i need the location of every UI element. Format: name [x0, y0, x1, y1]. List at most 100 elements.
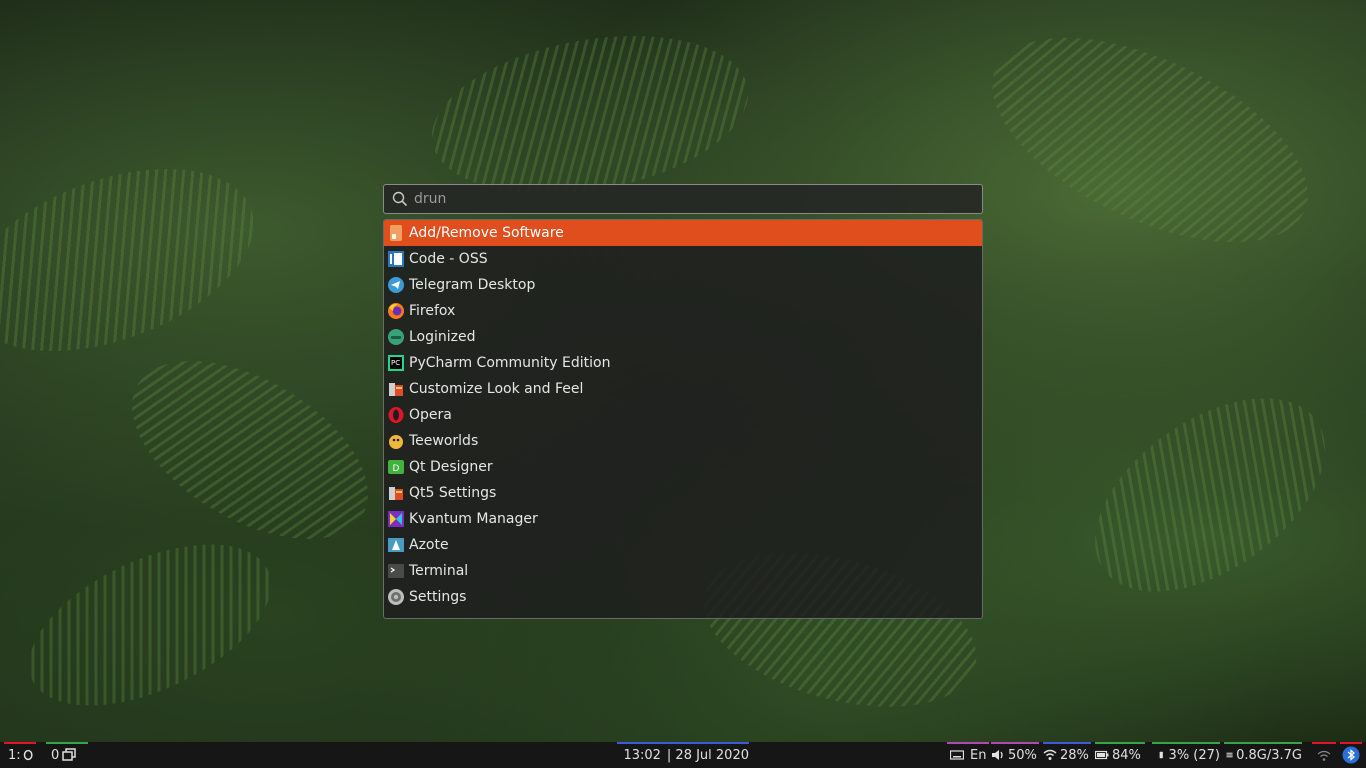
volume-value: 50% — [1008, 747, 1037, 763]
memory-usage[interactable]: 0.8G/3.7G — [1224, 742, 1302, 768]
keyboard-layout[interactable]: En — [947, 742, 989, 768]
workspace-2-button[interactable]: 0 — [46, 742, 88, 768]
wifi-value: 28% — [1060, 747, 1089, 763]
teeworlds-icon — [389, 435, 403, 449]
cpu-icon — [1159, 751, 1163, 759]
wifi-icon — [1043, 749, 1057, 760]
app-label: Terminal — [409, 563, 469, 579]
app-label: Teeworlds — [409, 433, 479, 449]
package-icon — [390, 225, 402, 241]
svg-text:PC: PC — [391, 359, 400, 367]
app-label: PyCharm Community Edition — [409, 355, 611, 371]
clock[interactable]: 13:02 | 28 Jul 2020 — [617, 742, 749, 768]
list-item-qt-designer[interactable]: D Qt Designer — [384, 454, 982, 480]
volume-control[interactable]: 50% — [991, 742, 1039, 768]
app-label: Opera — [409, 407, 452, 423]
opera-icon — [23, 749, 33, 761]
telegram-icon — [388, 277, 404, 293]
opera-icon — [388, 407, 404, 423]
battery-indicator — [1095, 742, 1145, 744]
search-bar[interactable] — [383, 184, 983, 214]
fern-leaf — [102, 324, 398, 576]
keyboard-icon — [950, 750, 964, 760]
list-item-pycharm[interactable]: PC PyCharm Community Edition — [384, 350, 982, 376]
battery-status[interactable]: 84% — [1095, 742, 1145, 768]
workspace-2-label: 0 — [51, 747, 60, 763]
cpu-indicator — [1152, 742, 1220, 744]
window-icon — [62, 748, 77, 761]
app-list: Add/Remove Software Code - OSS Telegram … — [383, 219, 983, 619]
keyboard-indicator — [947, 742, 989, 744]
customize-icon — [389, 383, 403, 396]
app-label: Qt Designer — [409, 459, 493, 475]
volume-indicator — [991, 742, 1039, 744]
workspace-1-button[interactable]: 1: — [4, 742, 36, 768]
list-item-settings[interactable]: Settings — [384, 584, 982, 610]
list-item-add-remove-software[interactable]: Add/Remove Software — [384, 220, 982, 246]
qt5-settings-icon — [389, 487, 403, 500]
battery-value: 84% — [1112, 747, 1141, 763]
app-label: Telegram Desktop — [409, 277, 536, 293]
network-signal-icon — [1317, 750, 1331, 761]
network-tray-button[interactable] — [1312, 742, 1336, 768]
app-label: Settings — [409, 589, 467, 605]
clock-date: | 28 Jul 2020 — [666, 747, 749, 763]
memory-value: 0.8G/3.7G — [1236, 747, 1302, 763]
settings-icon — [388, 589, 404, 605]
qt-designer-icon: D — [388, 460, 404, 474]
firefox-icon — [388, 303, 404, 319]
app-label: Add/Remove Software — [409, 225, 564, 241]
list-item-teeworlds[interactable]: Teeworlds — [384, 428, 982, 454]
keyboard-layout-label: En — [970, 747, 987, 763]
list-item-qt5-settings[interactable]: Qt5 Settings — [384, 480, 982, 506]
wifi-status[interactable]: 28% — [1043, 742, 1091, 768]
cpu-value: 3% (27) — [1168, 747, 1220, 763]
list-item-loginized[interactable]: Loginized — [384, 324, 982, 350]
tray-indicator — [1312, 742, 1336, 744]
app-label: Code - OSS — [409, 251, 488, 267]
list-item-code-oss[interactable]: Code - OSS — [384, 246, 982, 272]
wifi-indicator — [1043, 742, 1091, 744]
bluetooth-tray-button[interactable] — [1340, 742, 1362, 768]
list-item-telegram[interactable]: Telegram Desktop — [384, 272, 982, 298]
tray-indicator — [1340, 742, 1362, 744]
app-label: Customize Look and Feel — [409, 381, 584, 397]
app-launcher: Add/Remove Software Code - OSS Telegram … — [383, 184, 983, 619]
loginized-icon — [388, 329, 404, 345]
fern-leaf — [962, 0, 1338, 285]
fern-leaf — [0, 133, 279, 387]
workspace-indicator — [4, 742, 36, 744]
app-label: Qt5 Settings — [409, 485, 497, 501]
fern-leaf — [4, 511, 296, 739]
code-oss-icon — [388, 251, 404, 267]
clock-indicator — [617, 742, 749, 744]
workspace-indicator — [46, 742, 88, 744]
app-label: Firefox — [409, 303, 456, 319]
app-label: Kvantum Manager — [409, 511, 538, 527]
search-input[interactable] — [414, 191, 954, 207]
memory-indicator — [1224, 742, 1302, 744]
clock-time: 13:02 — [623, 747, 661, 763]
bluetooth-icon — [1342, 746, 1360, 764]
kvantum-icon — [388, 511, 404, 527]
list-item-opera[interactable]: Opera — [384, 402, 982, 428]
azote-icon — [388, 538, 404, 552]
list-item-kvantum-manager[interactable]: Kvantum Manager — [384, 506, 982, 532]
search-icon — [392, 191, 408, 207]
app-label: Loginized — [409, 329, 476, 345]
terminal-icon — [388, 564, 404, 578]
list-item-terminal[interactable]: Terminal — [384, 558, 982, 584]
battery-icon — [1095, 750, 1109, 760]
workspace-1-label: 1: — [8, 747, 21, 763]
fern-leaf — [1060, 358, 1360, 632]
list-item-firefox[interactable]: Firefox — [384, 298, 982, 324]
cpu-usage[interactable]: 3% (27) — [1152, 742, 1220, 768]
app-label: Azote — [409, 537, 449, 553]
memory-icon — [1226, 752, 1233, 758]
list-item-azote[interactable]: Azote — [384, 532, 982, 558]
list-item-customize-look-and-feel[interactable]: Customize Look and Feel — [384, 376, 982, 402]
pycharm-icon: PC — [388, 355, 404, 371]
taskbar: 1: 0 13:02 | 28 Jul 2020 En 50% 28% 84% … — [0, 742, 1366, 768]
svg-text:D: D — [393, 464, 400, 474]
volume-icon — [992, 750, 1003, 760]
